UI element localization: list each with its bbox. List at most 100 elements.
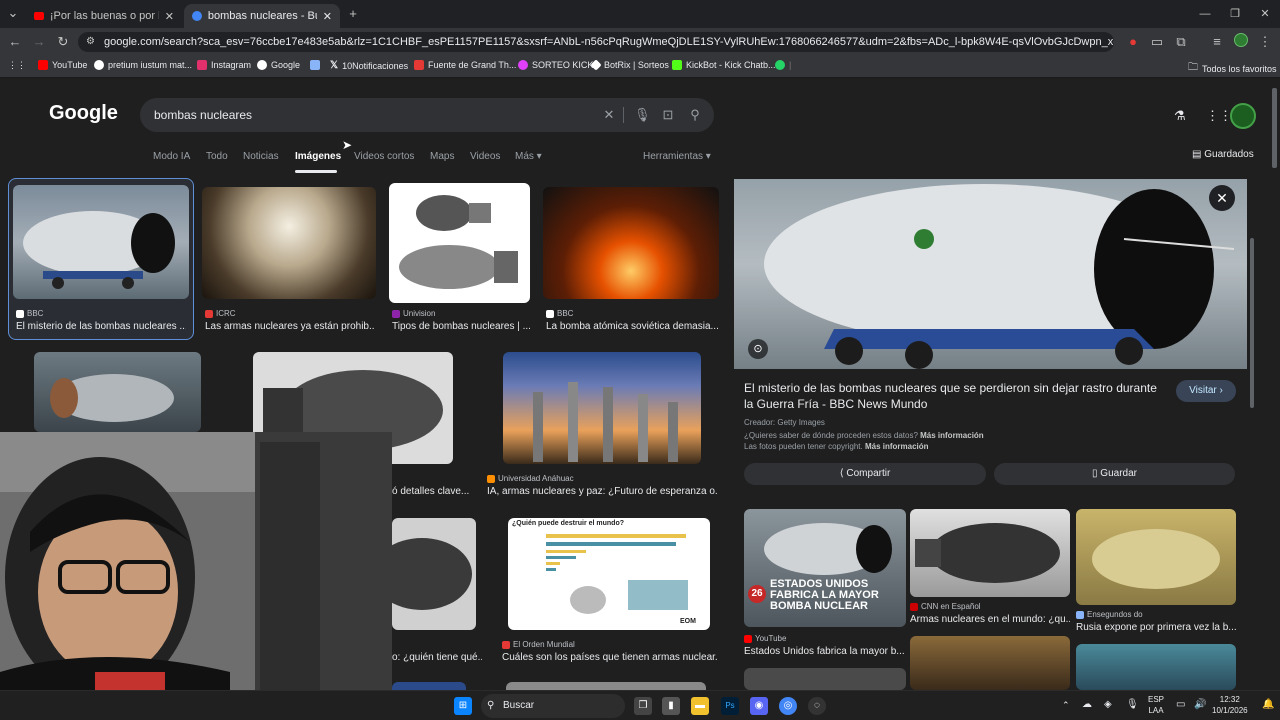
result-image-bomb-bw-2[interactable] [392, 518, 476, 630]
app-icon[interactable]: ▮ [662, 697, 680, 715]
extension-icon[interactable]: ▭ [1148, 33, 1166, 51]
google-logo[interactable]: Google [49, 102, 118, 125]
maximize-icon[interactable]: ❐ [1226, 5, 1244, 23]
result-caption[interactable]: o: ¿quién tiene qué... [392, 652, 482, 663]
related-image-partial[interactable] [910, 636, 1070, 690]
result-caption[interactable]: ó detalles clave... [392, 486, 472, 497]
close-tab-icon[interactable]: ✕ [323, 10, 332, 23]
tab-modo-ia[interactable]: Modo IA [153, 151, 190, 162]
site-info-icon[interactable]: ⚙ [86, 32, 95, 52]
microphone-icon[interactable]: 🎙 [1126, 699, 1139, 710]
taskbar-search[interactable]: ⚲ Buscar [481, 694, 625, 718]
discord-icon[interactable]: ◉ [750, 697, 768, 715]
result-image-partial[interactable] [506, 682, 706, 690]
new-tab-button[interactable]: + [344, 5, 362, 23]
bookmark-whatsapp[interactable]: | [775, 60, 791, 70]
task-view-icon[interactable]: ❐ [634, 697, 652, 715]
minimize-icon[interactable]: — [1196, 5, 1214, 23]
tab-todo[interactable]: Todo [206, 151, 228, 162]
result-image-bomb-museum[interactable] [13, 185, 189, 299]
save-button[interactable]: ▯ Guardar [994, 463, 1235, 485]
related-image-partial[interactable] [744, 668, 906, 690]
tray-expand-icon[interactable]: ⌃ [1062, 700, 1070, 711]
result-caption[interactable]: IA, armas nucleares y paz: ¿Futuro de es… [487, 486, 717, 497]
language-indicator[interactable]: ESP LAA [1148, 694, 1164, 716]
bookmark-google[interactable]: Google [257, 60, 300, 70]
result-image-chart[interactable]: ¿Quién puede destruir el mundo? EOM [508, 518, 710, 630]
extensions-puzzle-icon[interactable]: ⧉ [1172, 33, 1190, 51]
result-caption[interactable]: Estados Unidos fabrica la mayor b... [744, 646, 904, 657]
app-icon[interactable]: ◌ [808, 697, 826, 715]
microphone-icon[interactable]: 🎙 [634, 108, 651, 122]
chrome-icon[interactable]: ◎ [779, 697, 797, 715]
result-image-mushroom-cloud[interactable] [202, 187, 376, 299]
lens-icon[interactable]: ⊡ [661, 108, 675, 122]
close-preview-icon[interactable]: ✕ [1209, 185, 1235, 211]
browser-menu-icon[interactable]: ⋮ [1256, 33, 1274, 51]
tray-app-icon[interactable]: ☁ [1082, 699, 1092, 710]
more-info-link[interactable]: Más información [865, 442, 929, 451]
panel-scrollbar[interactable] [1250, 238, 1254, 408]
address-bar[interactable]: ⚙ google.com/search?sca_esv=76ccbe17e483… [78, 32, 1114, 52]
tab-maps[interactable]: Maps [430, 151, 454, 162]
notifications-icon[interactable]: 🔔 [1262, 699, 1274, 710]
reload-icon[interactable]: ↻ [54, 33, 72, 51]
related-image-cnn[interactable] [910, 509, 1070, 597]
result-caption[interactable]: Tipos de bombas nucleares | ... [392, 321, 530, 332]
media-icon[interactable]: ≡ [1208, 33, 1226, 51]
network-icon[interactable]: ▭ [1176, 699, 1185, 710]
apps-icon[interactable]: ⋮⋮ [8, 60, 26, 71]
tab-videos-cortos[interactable]: Videos cortos [354, 151, 414, 162]
related-image-youtube[interactable]: 26 ESTADOS UNIDOS FABRICA LA MAYOR BOMBA… [744, 509, 906, 627]
apps-grid-icon[interactable]: ⋮⋮ [1206, 108, 1232, 124]
bookmark-pinwheel[interactable] [310, 60, 320, 70]
preview-image[interactable]: ⊙ ✕ [734, 179, 1247, 369]
bookmark-youtube[interactable]: YouTube [38, 60, 87, 70]
related-image-partial[interactable] [1076, 644, 1236, 690]
result-image-missiles[interactable] [503, 352, 701, 464]
result-image-bomb-illustration[interactable] [389, 183, 530, 303]
result-image-bomb-hangar[interactable] [34, 352, 201, 432]
result-caption[interactable]: La bomba atómica soviética demasia... [546, 321, 718, 332]
clear-search-icon[interactable]: ✕ [602, 108, 616, 122]
account-avatar[interactable] [1230, 103, 1256, 129]
search-input[interactable]: bombas nucleares ✕ 🎙 ⊡ ⚲ [140, 98, 714, 132]
saved-button[interactable]: ▤ Guardados [1192, 149, 1254, 160]
tray-app-icon[interactable]: ◈ [1104, 699, 1112, 710]
bookmark-instagram[interactable]: Instagram [197, 60, 251, 70]
clock[interactable]: 12:32 10/1/2026 [1212, 694, 1248, 716]
share-button[interactable]: ⟨ Compartir [744, 463, 986, 485]
more-info-link[interactable]: Más información [920, 431, 984, 440]
tab-youtube[interactable]: ¡Por las buenas o por las malas! ✕ [26, 4, 182, 28]
preview-title[interactable]: El misterio de las bombas nucleares que … [744, 380, 1164, 412]
tab-imagenes[interactable]: Imágenes [295, 151, 341, 162]
tab-noticias[interactable]: Noticias [243, 151, 279, 162]
tab-google-search[interactable]: bombas nucleares - Buscar con Google ✕ [184, 4, 340, 28]
search-icon[interactable]: ⚲ [688, 108, 702, 122]
bookmark-kickbot[interactable]: KickBot - Kick Chatb... [672, 60, 776, 70]
photoshop-icon[interactable]: Ps [721, 697, 739, 715]
result-caption[interactable]: Cuáles son los países que tienen armas n… [502, 652, 718, 663]
volume-icon[interactable]: 🔊 [1194, 699, 1206, 710]
bookmark-pretium[interactable]: pretium iustum mat... [94, 60, 192, 70]
tab-mas[interactable]: Más ▾ [515, 151, 542, 162]
result-image-partial[interactable] [392, 682, 466, 690]
page-scrollbar[interactable] [1272, 88, 1277, 168]
related-image-ensegundos[interactable] [1076, 509, 1236, 605]
bookmark-10notificaciones[interactable]: 𝕏 10Notificaciones [330, 60, 408, 71]
close-tab-icon[interactable]: ✕ [165, 10, 174, 23]
visit-button[interactable]: Visitar › [1176, 380, 1236, 402]
bookmark-sorteo-kick[interactable]: SORTEO KICK [518, 60, 593, 70]
result-caption[interactable]: Rusia expone por primera vez la b... [1076, 622, 1236, 633]
bookmark-grand-theft[interactable]: Fuente de Grand Th... [414, 60, 516, 70]
forward-icon[interactable]: → [30, 33, 48, 51]
back-icon[interactable]: ← [6, 33, 24, 51]
all-bookmarks-folder[interactable]: 🗀 Todos los favoritos [1188, 60, 1277, 77]
result-image-explosion[interactable] [543, 187, 719, 299]
lens-search-icon[interactable]: ⊙ [748, 339, 768, 359]
tools-button[interactable]: Herramientas ▾ [643, 151, 711, 162]
file-explorer-icon[interactable]: ▬ [691, 697, 709, 715]
result-caption[interactable]: Armas nucleares en el mundo: ¿qu... [910, 614, 1070, 625]
labs-flask-icon[interactable]: ⚗ [1174, 108, 1186, 124]
result-caption[interactable]: El misterio de las bombas nucleares ... [16, 321, 186, 332]
